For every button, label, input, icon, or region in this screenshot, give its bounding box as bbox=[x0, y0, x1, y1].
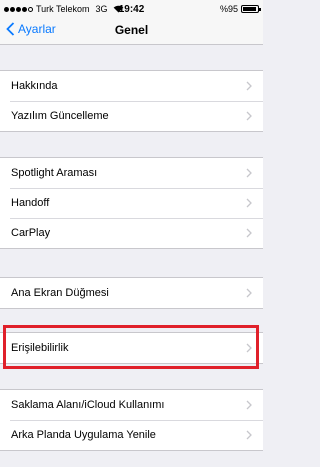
settings-group-search: Spotlight Araması Handoff CarPlay bbox=[0, 157, 263, 249]
chevron-right-icon bbox=[246, 81, 252, 91]
status-bar: Turk Telekom 3G 19:42 %95 bbox=[0, 0, 263, 18]
back-button[interactable]: Ayarlar bbox=[6, 22, 56, 36]
chevron-right-icon bbox=[246, 168, 252, 178]
back-button-label: Ayarlar bbox=[18, 22, 56, 36]
row-label: Handoff bbox=[11, 197, 50, 209]
settings-row-software-update[interactable]: Yazılım Güncelleme bbox=[0, 101, 263, 131]
settings-group-storage: Saklama Alanı/iCloud Kullanımı Arka Plan… bbox=[0, 389, 263, 451]
chevron-right-icon bbox=[246, 343, 252, 353]
settings-row-spotlight[interactable]: Spotlight Araması bbox=[0, 158, 263, 188]
row-label: Erişilebilirlik bbox=[11, 342, 69, 354]
settings-row-carplay[interactable]: CarPlay bbox=[0, 218, 263, 248]
row-label: CarPlay bbox=[11, 227, 51, 239]
chevron-right-icon bbox=[246, 228, 252, 238]
settings-group-about: Hakkında Yazılım Güncelleme bbox=[0, 70, 263, 132]
settings-row-handoff[interactable]: Handoff bbox=[0, 188, 263, 218]
chevron-right-icon bbox=[246, 430, 252, 440]
chevron-right-icon bbox=[246, 288, 252, 298]
settings-group-accessibility: Erişilebilirlik bbox=[0, 332, 263, 364]
chevron-right-icon bbox=[246, 111, 252, 121]
settings-row-storage-icloud[interactable]: Saklama Alanı/iCloud Kullanımı bbox=[0, 390, 263, 420]
row-label: Arka Planda Uygulama Yenile bbox=[11, 429, 156, 441]
chevron-right-icon bbox=[246, 400, 252, 410]
row-label: Yazılım Güncelleme bbox=[11, 110, 109, 122]
chevron-left-icon bbox=[6, 22, 15, 36]
battery-icon bbox=[241, 5, 261, 13]
settings-group-home-button: Ana Ekran Düğmesi bbox=[0, 277, 263, 309]
settings-row-about[interactable]: Hakkında bbox=[0, 71, 263, 101]
row-label: Ana Ekran Düğmesi bbox=[11, 287, 109, 299]
settings-row-accessibility[interactable]: Erişilebilirlik bbox=[0, 333, 263, 363]
navigation-bar: Ayarlar Genel bbox=[0, 18, 263, 45]
row-label: Hakkında bbox=[11, 80, 58, 92]
settings-row-home-button[interactable]: Ana Ekran Düğmesi bbox=[0, 278, 263, 308]
row-label: Saklama Alanı/iCloud Kullanımı bbox=[11, 399, 165, 411]
battery-fill bbox=[243, 7, 257, 11]
row-label: Spotlight Araması bbox=[11, 167, 98, 179]
battery-percentage: %95 bbox=[219, 4, 238, 14]
settings-row-background-refresh[interactable]: Arka Planda Uygulama Yenile bbox=[0, 420, 263, 450]
chevron-right-icon bbox=[246, 198, 252, 208]
